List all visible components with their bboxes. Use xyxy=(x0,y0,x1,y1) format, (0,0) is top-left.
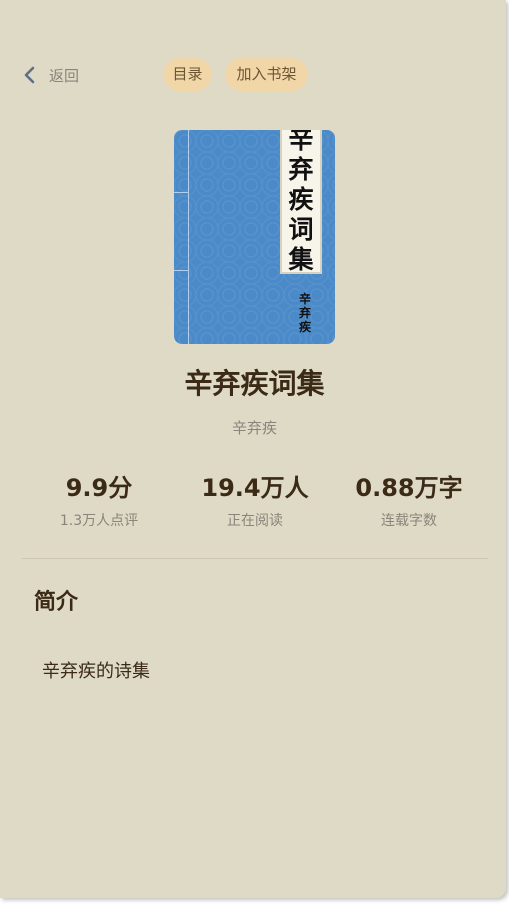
cover-title-char: 辛 xyxy=(288,130,314,154)
stat-label: 连载字数 xyxy=(381,513,437,529)
stat-rating: 9.9分 1.3万人点评 xyxy=(14,472,184,530)
cover-stitch xyxy=(174,192,188,193)
stat-value: 19.4万人 xyxy=(201,474,309,502)
chevron-left-icon xyxy=(24,66,35,84)
stat-label: 正在阅读 xyxy=(227,513,283,529)
cover-author-seal: 辛 弃 疾 xyxy=(296,292,314,334)
back-label: 返回 xyxy=(49,66,80,85)
intro-text: 辛弃疾的诗集 xyxy=(42,661,150,682)
cover-stitch xyxy=(174,270,188,271)
stat-value: 9.9分 xyxy=(65,474,133,502)
cover-seal-char: 弃 xyxy=(298,306,311,320)
cover-binding-line xyxy=(188,130,189,344)
stat-value: 0.88万字 xyxy=(355,474,463,502)
cover-seal-char: 疾 xyxy=(298,320,311,334)
stat-label: 1.3万人点评 xyxy=(59,513,139,529)
cover-title-char: 词 xyxy=(288,215,314,244)
section-divider xyxy=(22,558,488,559)
back-button[interactable]: 返回 xyxy=(22,62,79,88)
cover-title-char: 弃 xyxy=(288,155,314,184)
book-author: 辛弃疾 xyxy=(231,419,277,437)
intro-heading: 简介 xyxy=(34,590,79,615)
cover-title-slip: 辛 弃 疾 词 集 xyxy=(280,130,322,274)
stat-word-count: 0.88万字 连载字数 xyxy=(324,472,494,530)
table-of-contents-button[interactable]: 目录 xyxy=(163,58,212,91)
cover-title-char: 集 xyxy=(288,245,314,274)
cover-title-char: 疾 xyxy=(288,185,314,214)
stat-readers: 19.4万人 正在阅读 xyxy=(170,472,340,530)
book-title: 辛弃疾词集 xyxy=(184,367,325,400)
add-to-bookshelf-button[interactable]: 加入书架 xyxy=(225,58,308,91)
book-cover: 辛 弃 疾 词 集 辛 弃 疾 xyxy=(174,130,335,344)
book-detail-panel: 返回 目录 加入书架 辛 弃 疾 词 集 辛 弃 疾 辛弃疾词集 辛弃疾 9.9… xyxy=(0,0,506,898)
cover-seal-char: 辛 xyxy=(298,292,311,306)
